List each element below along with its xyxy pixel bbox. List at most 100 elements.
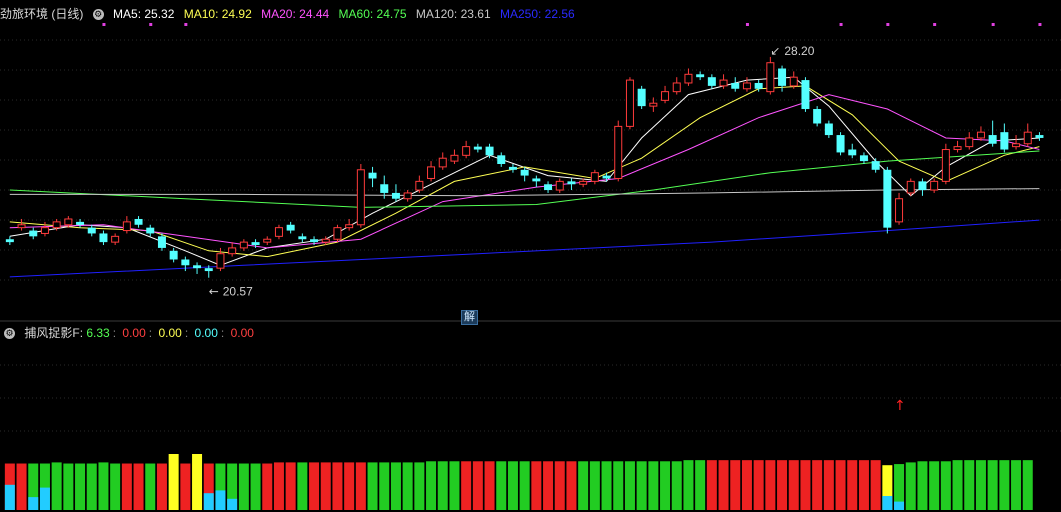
indicator-bar — [507, 461, 518, 510]
candle-body-down — [298, 236, 307, 240]
candle-body-down — [1000, 132, 1009, 150]
candle-body-down — [134, 218, 143, 225]
indicator-bar — [858, 460, 869, 510]
indicator-bar — [16, 463, 27, 510]
candle-body-up — [17, 224, 26, 229]
candle-body-down — [813, 109, 822, 124]
candle-body-down — [169, 250, 178, 260]
candle-body-down — [310, 239, 319, 243]
indicator-bar — [753, 460, 764, 510]
candle-body-down — [918, 181, 927, 191]
indicator-cyan-bar — [227, 498, 238, 510]
indicator-bar — [367, 462, 378, 510]
candle-body-down — [731, 82, 740, 89]
candle-body-up — [462, 146, 471, 156]
unlock-badge[interactable]: 解 — [461, 310, 478, 325]
indicator-bar — [250, 463, 261, 510]
candle-body-up — [1023, 131, 1032, 145]
candle-body-up — [906, 180, 915, 194]
indicator-bar — [975, 460, 986, 510]
indicator-bar — [285, 462, 296, 510]
ma250-value: MA250: 22.56 — [499, 7, 575, 21]
indicator-cyan-bar — [215, 490, 226, 510]
indicator-value-2: 0.00 — [122, 326, 146, 340]
indicator-bar — [238, 463, 249, 510]
indicator-bar — [554, 461, 565, 510]
indicator-settings-gear-icon[interactable]: ⚙ — [4, 328, 15, 340]
buy-arrow-icon: ↑ — [894, 398, 906, 414]
indicator-bar — [601, 461, 612, 510]
indicator-bar — [133, 463, 144, 510]
indicator-bar — [496, 461, 507, 510]
indicator-cyan-bar — [39, 487, 50, 510]
signal-mark — [933, 23, 937, 26]
indicator-bar — [952, 460, 963, 510]
candle-body-up — [111, 235, 120, 243]
candle-body-up — [438, 157, 447, 168]
candle-body-up — [649, 102, 658, 107]
indicator-bar — [63, 463, 74, 510]
candle-body-up — [661, 91, 670, 101]
candle-body-down — [836, 135, 845, 153]
indicator-name[interactable]: 捕风捉影F — [24, 326, 79, 340]
ma5-value: MA5: 25.32 — [113, 7, 175, 21]
candle-body-down — [473, 146, 482, 150]
settings-gear-icon[interactable]: ⚙ — [92, 9, 104, 21]
candle-body-down — [508, 166, 517, 170]
indicator-bar — [402, 462, 413, 510]
indicator-bar — [917, 461, 928, 510]
indicator-bar — [309, 462, 320, 510]
indicator-bar — [98, 462, 109, 510]
candle-body-up — [953, 146, 962, 151]
indicator-bar — [683, 460, 694, 510]
candle-body-down — [251, 242, 260, 246]
candle-body-down — [544, 184, 553, 191]
indicator-bar — [636, 461, 647, 510]
low-arrow-icon: ← — [209, 285, 219, 299]
candle-body-down — [5, 239, 14, 243]
candle-body-up — [941, 149, 950, 182]
colon-sep: : — [112, 326, 117, 340]
candle-body-up — [450, 154, 459, 162]
signal-mark — [839, 23, 843, 26]
candle-body-up — [766, 62, 775, 93]
candle-body-up — [321, 238, 330, 243]
indicator-bar — [379, 462, 390, 510]
candle-body-down — [707, 77, 716, 86]
stock-title[interactable]: 劲旅环境 (日线) — [0, 7, 83, 21]
indicator-bar — [180, 463, 191, 510]
candle-body-down — [497, 155, 506, 164]
candle-body-down — [204, 268, 213, 272]
indicator-cyan-bar — [28, 497, 39, 510]
indicator-bar — [940, 461, 951, 510]
indicator-bar — [706, 460, 717, 510]
candle-body-up — [684, 73, 693, 84]
indicator-bar — [929, 461, 940, 510]
candle-body-down — [1035, 135, 1044, 138]
indicator-bar — [273, 462, 284, 510]
candle-body-up — [239, 241, 248, 249]
indicator-bar — [355, 462, 366, 510]
indicator-bar — [437, 461, 448, 510]
ma60-value: MA60: 24.75 — [338, 7, 407, 21]
kline-chart[interactable]: 28.20 20.57 ↙ ← ↑ — [0, 0, 1061, 512]
indicator-bar — [905, 462, 916, 510]
candle-body-up — [64, 218, 73, 226]
candle-body-up — [742, 82, 751, 90]
indicator-bar — [344, 462, 355, 510]
candle-body-down — [859, 155, 868, 162]
indicator-cyan-bar — [203, 493, 214, 510]
indicator-bar — [589, 461, 600, 510]
candle-body-up — [274, 227, 283, 237]
ma20-value: MA20: 24.44 — [261, 7, 330, 21]
low-price-label: 20.57 — [223, 285, 253, 299]
indicator-value-1: 6.33 — [86, 326, 110, 340]
high-arrow-icon: ↙ — [770, 44, 780, 58]
indicator-bar — [741, 460, 752, 510]
indicator-bar — [297, 462, 308, 510]
colon-sep: : — [79, 326, 84, 340]
candle-body-up — [579, 180, 588, 185]
indicator-bar — [156, 463, 167, 510]
candle-body-up — [789, 76, 798, 87]
candle-body-down — [532, 178, 541, 182]
